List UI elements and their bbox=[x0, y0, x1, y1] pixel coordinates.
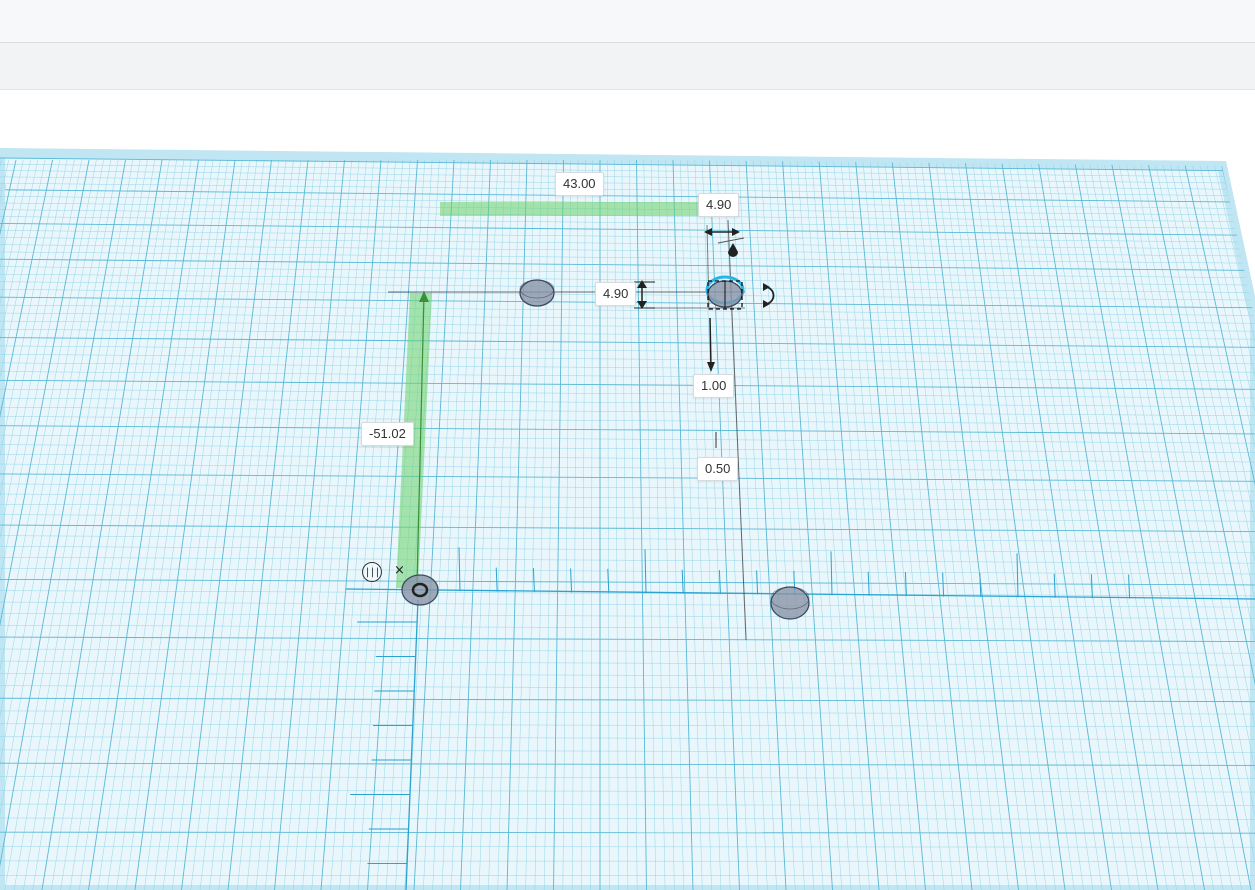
cylinder-shape-1[interactable] bbox=[519, 279, 555, 307]
width-value-input[interactable]: 43.00 bbox=[555, 172, 604, 196]
ruler-icon[interactable]: ||| bbox=[362, 562, 382, 582]
width-highlight bbox=[440, 202, 724, 216]
ruler-close-icon[interactable]: × bbox=[394, 563, 405, 578]
height-value-input[interactable]: 1.00 bbox=[693, 374, 735, 398]
elevation-value-input[interactable]: 0.50 bbox=[697, 457, 739, 481]
size-y-value-input[interactable]: 4.90 bbox=[595, 282, 637, 306]
height-arrow bbox=[709, 317, 712, 369]
cylinder-shape-origin[interactable] bbox=[401, 574, 439, 606]
workplane[interactable] bbox=[0, 147, 1255, 890]
workplane-viewport[interactable]: mm bbox=[0, 0, 1255, 890]
size-x-value-input[interactable]: 4.90 bbox=[698, 193, 740, 217]
cylinder-shape-2[interactable] bbox=[770, 586, 810, 620]
length-value-input[interactable]: -51.02 bbox=[361, 422, 414, 446]
